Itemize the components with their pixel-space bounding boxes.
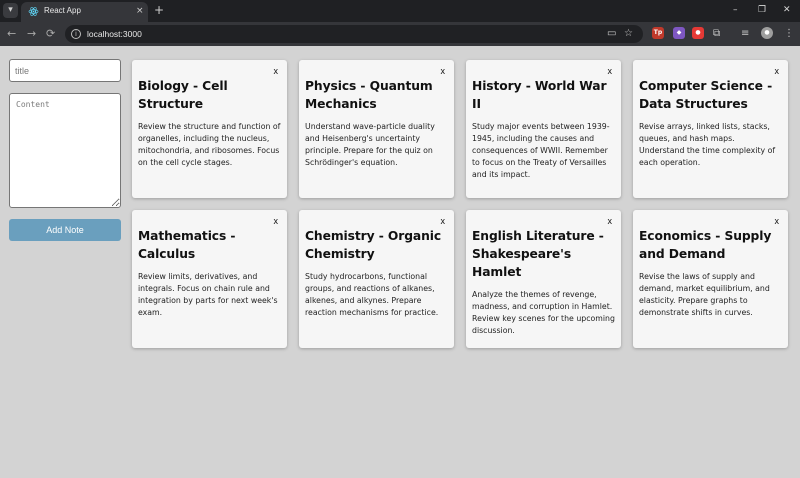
reload-icon[interactable]: ⟳ [46,27,55,41]
browser-tab-strip: ▾ React App × + – ❐ ✕ [0,0,800,22]
browser-toolbar: ← → ⟳ i localhost:3000 ▭ ☆ Tp ◆ ● ⧉ ≡ ● … [0,22,800,46]
note-content: Review limits, derivatives, and integral… [138,272,278,317]
note-content: Study major events between 1939-1945, in… [472,122,610,179]
extension-purple-icon[interactable]: ◆ [673,27,685,39]
notes-grid: x Biology - Cell Structure Review the st… [132,60,788,348]
tab-search-button[interactable]: ▾ [3,3,18,18]
note-title: Mathematics - Calculus [138,229,236,261]
tab-title: React App [44,6,81,15]
note-card: x Mathematics - Calculus Review limits, … [132,210,287,348]
note-title: Biology - Cell Structure [138,79,228,111]
note-card: x Computer Science - Data Structures Rev… [633,60,788,198]
react-logo-icon [28,7,39,16]
bookmark-star-icon[interactable]: ☆ [624,28,633,40]
extension-recorder-icon[interactable]: ● [692,27,704,39]
delete-note-button[interactable]: x [608,66,613,76]
extension-red-icon[interactable]: Tp [652,27,664,39]
extensions-puzzle-icon[interactable]: ⧉ [713,28,720,40]
delete-note-button[interactable]: x [775,216,780,226]
forward-icon[interactable]: → [27,27,36,41]
note-title: Chemistry - Organic Chemistry [305,229,442,261]
note-content: Review the structure and function of org… [138,122,281,167]
url-text: localhost:3000 [87,29,142,39]
browser-menu-icon[interactable]: ⋮ [784,28,794,40]
page: Add Note x Biology - Cell Structure Revi… [0,46,800,478]
delete-note-button[interactable]: x [608,216,613,226]
note-title: Physics - Quantum Mechanics [305,79,433,111]
back-icon[interactable]: ← [7,27,16,41]
note-content: Analyze the themes of revenge, madness, … [472,290,615,335]
address-bar[interactable]: i localhost:3000 ▭ ☆ [65,25,643,43]
tab-list-icon[interactable]: ≡ [741,28,749,40]
title-input[interactable] [9,59,121,82]
add-note-button[interactable]: Add Note [9,219,121,241]
delete-note-button[interactable]: x [775,66,780,76]
profile-avatar[interactable]: ● [761,27,773,39]
note-card: x History - World War II Study major eve… [466,60,621,198]
note-card: x Biology - Cell Structure Review the st… [132,60,287,198]
note-title: History - World War II [472,79,607,111]
note-card: x Economics - Supply and Demand Revise t… [633,210,788,348]
cast-icon[interactable]: ▭ [607,28,616,40]
note-card: x English Literature - Shakespeare's Ham… [466,210,621,348]
delete-note-button[interactable]: x [441,66,446,76]
tab-close-icon[interactable]: × [136,5,144,17]
browser-tab[interactable]: React App × [21,2,148,22]
minimize-icon[interactable]: – [733,4,738,16]
note-content: Study hydrocarbons, functional groups, a… [305,272,439,317]
content-textarea[interactable] [9,93,121,208]
delete-note-button[interactable]: x [274,66,279,76]
site-info-icon[interactable]: i [71,29,81,39]
note-title: Computer Science - Data Structures [639,79,773,111]
note-title: Economics - Supply and Demand [639,229,772,261]
note-card: x Physics - Quantum Mechanics Understand… [299,60,454,198]
delete-note-button[interactable]: x [441,216,446,226]
delete-note-button[interactable]: x [274,216,279,226]
close-window-icon[interactable]: ✕ [783,4,791,16]
note-content: Revise the laws of supply and demand, ma… [639,272,770,317]
note-card: x Chemistry - Organic Chemistry Study hy… [299,210,454,348]
note-title: English Literature - Shakespeare's Hamle… [472,229,604,279]
note-content: Understand wave-particle duality and Hei… [305,122,435,167]
new-tab-icon[interactable]: + [154,3,164,17]
note-content: Revise arrays, linked lists, stacks, que… [639,122,776,167]
maximize-icon[interactable]: ❐ [758,4,766,16]
